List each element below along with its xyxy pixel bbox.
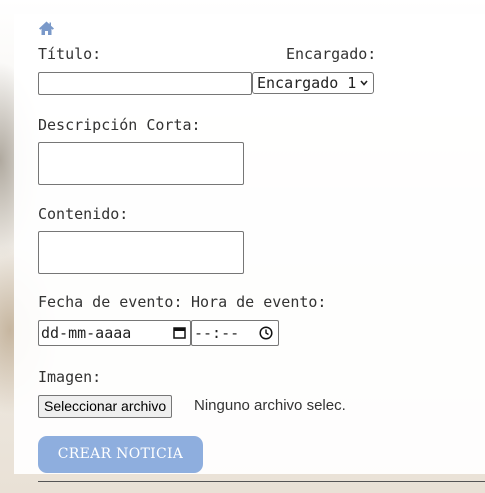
encargado-selected-value: Encargado 1 <box>257 74 357 92</box>
select-file-button[interactable]: Seleccionar archivo <box>38 395 173 418</box>
imagen-label: Imagen: <box>38 368 102 386</box>
chevron-down-icon <box>360 80 368 86</box>
titulo-label: Título: <box>38 45 102 63</box>
hora-input[interactable]: --:-- <box>191 320 279 346</box>
hora-placeholder: --:-- <box>194 324 240 342</box>
calendar-icon[interactable] <box>173 326 186 339</box>
divider <box>38 481 485 482</box>
descripcion-textarea[interactable] <box>38 142 244 185</box>
home-icon[interactable] <box>38 20 55 37</box>
encargado-select[interactable]: Encargado 1 <box>252 72 374 94</box>
hora-label: Hora de evento: <box>191 293 327 311</box>
crear-noticia-button[interactable]: CREAR NOTICIA <box>38 436 203 473</box>
fecha-label: Fecha de evento: <box>38 293 183 311</box>
descripcion-label: Descripción Corta: <box>38 116 201 134</box>
fecha-placeholder: dd-mm-aaaa <box>41 324 132 342</box>
file-status-text: Ninguno archivo selec. <box>194 397 346 414</box>
contenido-label: Contenido: <box>38 205 129 223</box>
clock-icon[interactable] <box>259 326 273 340</box>
titulo-input[interactable] <box>38 72 252 95</box>
encargado-label: Encargado: <box>286 45 377 63</box>
contenido-textarea[interactable] <box>38 231 244 274</box>
fecha-input[interactable]: dd-mm-aaaa <box>38 320 191 346</box>
